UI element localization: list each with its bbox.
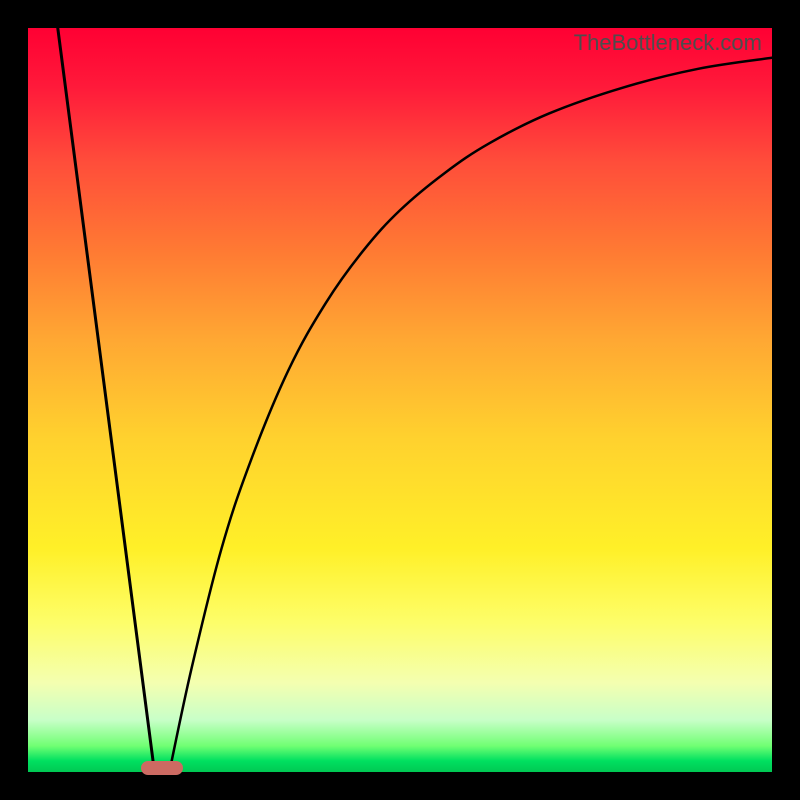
plot-area: TheBottleneck.com xyxy=(28,28,772,772)
right-branch-line xyxy=(169,58,772,772)
curve-overlay xyxy=(28,28,772,772)
left-branch-line xyxy=(58,28,155,772)
bottleneck-marker xyxy=(141,761,183,775)
chart-frame: TheBottleneck.com xyxy=(0,0,800,800)
